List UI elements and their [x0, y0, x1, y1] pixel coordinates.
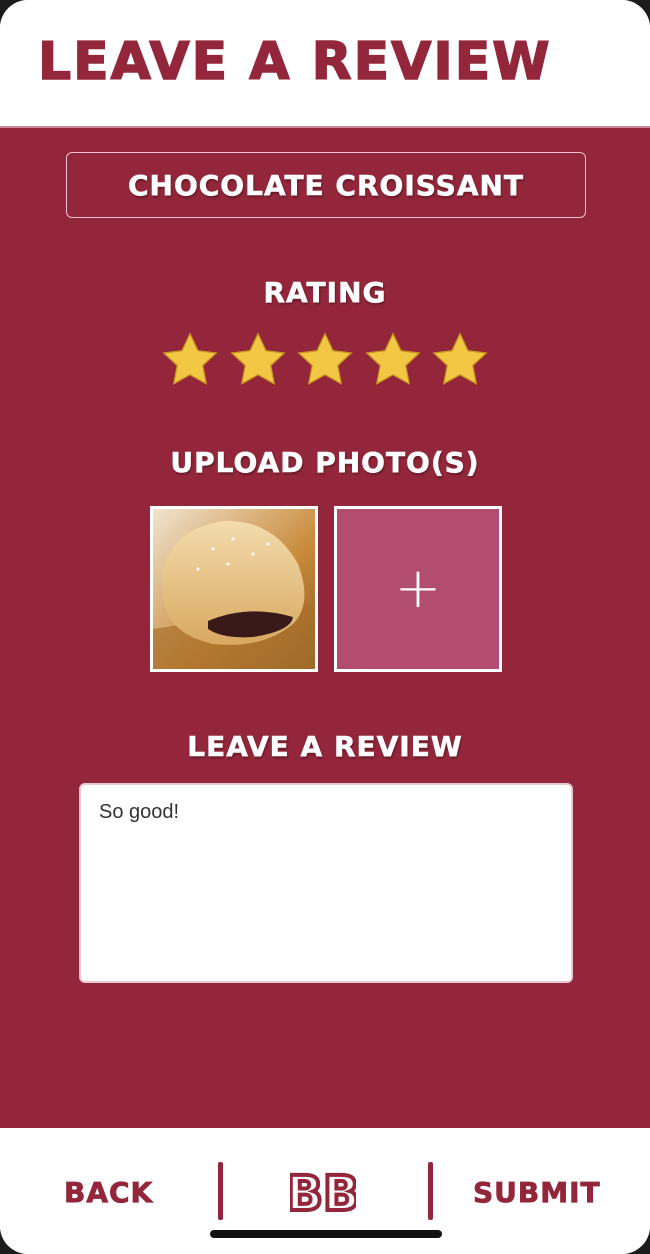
- review-text: So good!: [99, 801, 180, 823]
- home-indicator: [210, 1230, 442, 1238]
- submit-button[interactable]: SUBMIT: [473, 1176, 601, 1210]
- divider: [218, 1162, 223, 1220]
- review-textarea[interactable]: So good!: [79, 783, 573, 983]
- review-form: CHOCOLATE CROISSANT RATING UPLOAD PHOTO(…: [0, 128, 650, 1128]
- star-icon[interactable]: [228, 330, 288, 390]
- plus-icon: +: [394, 556, 442, 621]
- star-icon[interactable]: [363, 330, 423, 390]
- bb-logo[interactable]: BB: [290, 1158, 356, 1224]
- review-label: LEAVE A REVIEW: [187, 730, 463, 764]
- page-title: LEAVE A REVIEW: [37, 31, 552, 93]
- app-screen: LEAVE A REVIEW CHOCOLATE CROISSANT RATIN…: [0, 0, 650, 1254]
- croissant-photo: [153, 509, 315, 669]
- star-icon[interactable]: [430, 330, 490, 390]
- upload-photos-label: UPLOAD PHOTO(S): [170, 446, 480, 480]
- rating-label: RATING: [263, 276, 387, 310]
- star-icon[interactable]: [295, 330, 355, 390]
- star-icon[interactable]: [160, 330, 220, 390]
- star-rating[interactable]: [160, 330, 490, 394]
- divider: [428, 1162, 433, 1220]
- add-photo-button[interactable]: +: [334, 506, 502, 672]
- back-button[interactable]: BACK: [64, 1176, 153, 1210]
- header: LEAVE A REVIEW: [0, 0, 650, 128]
- photo-gallery: +: [150, 506, 502, 672]
- uploaded-photo-thumbnail[interactable]: [150, 506, 318, 672]
- logo-text: BB: [290, 1166, 356, 1222]
- product-name: CHOCOLATE CROISSANT: [66, 152, 586, 218]
